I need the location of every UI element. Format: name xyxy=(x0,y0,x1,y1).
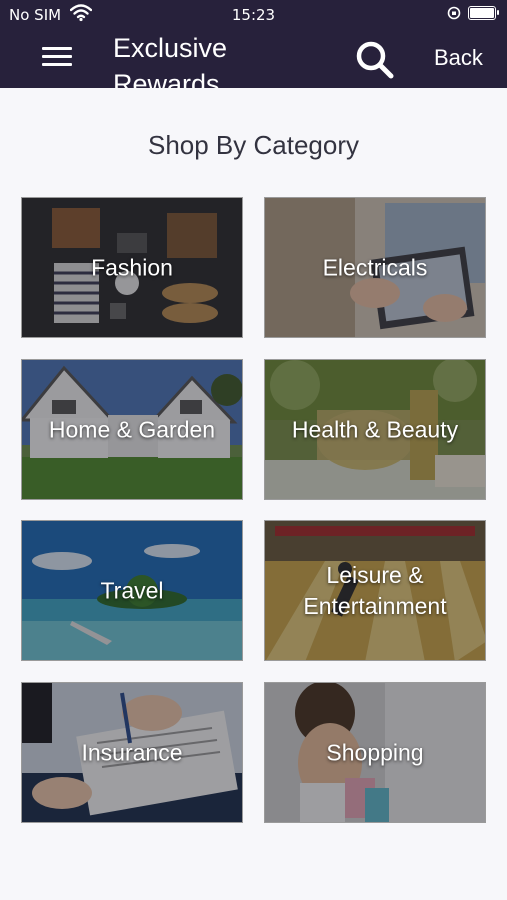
category-tile-shopping[interactable]: Shopping xyxy=(264,682,486,823)
category-label: Shopping xyxy=(326,739,424,765)
category-label: Electricals xyxy=(322,254,428,280)
category-tile-insurance[interactable]: Insurance xyxy=(21,682,243,823)
hamburger-menu-icon[interactable] xyxy=(42,47,72,69)
category-tile-home-garden[interactable]: Home & Garden xyxy=(21,359,243,500)
orientation-lock-icon xyxy=(447,6,461,20)
search-icon[interactable] xyxy=(353,38,397,82)
category-label: Fashion xyxy=(91,254,173,280)
back-button[interactable]: Back xyxy=(434,45,483,71)
section-title: Shop By Category xyxy=(147,130,359,160)
status-time: 15:23 xyxy=(231,6,276,24)
category-label: Travel xyxy=(100,577,164,603)
category-tile-fashion[interactable]: Fashion xyxy=(21,197,243,338)
category-tile-leisure-entertainment[interactable]: Leisure & Entertainment xyxy=(264,520,486,661)
category-tile-travel[interactable]: Travel xyxy=(21,520,243,661)
nav-bar: Exclusive Rewards Back xyxy=(0,30,507,88)
category-tile-electricals[interactable]: Electricals xyxy=(264,197,486,338)
page-title: Exclusive Rewards xyxy=(113,33,228,88)
status-bar: No SIM 15:23 xyxy=(0,0,507,30)
battery-icon xyxy=(468,6,499,20)
category-label: Leisure & Entertainment xyxy=(303,561,447,619)
category-label: Health & Beauty xyxy=(291,416,459,442)
category-label: Home & Garden xyxy=(48,416,216,442)
category-label: Insurance xyxy=(81,739,183,765)
category-tile-health-beauty[interactable]: Health & Beauty xyxy=(264,359,486,500)
